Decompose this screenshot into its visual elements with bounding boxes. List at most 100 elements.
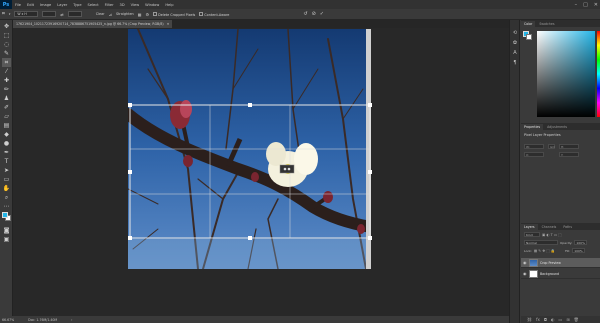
menu-file[interactable]: File [12, 3, 24, 7]
path-selection-tool-icon[interactable]: ➤ [2, 166, 11, 175]
link-layers-icon[interactable]: ⛓ [527, 317, 532, 322]
healing-brush-tool-icon[interactable]: ✚ [2, 76, 11, 85]
window-controls: – □ ✕ [575, 0, 598, 9]
clear-button[interactable]: Clear [96, 12, 105, 16]
quick-mask-icon[interactable]: ◙ [2, 226, 11, 235]
height-field[interactable] [67, 11, 82, 17]
filter-icons[interactable]: ▣ ◐ T ▭ ⬚ [542, 233, 562, 237]
pen-tool-icon[interactable]: ✒ [2, 148, 11, 157]
layer-crop-preview[interactable]: ◉ Crop Preview [521, 258, 600, 268]
delete-layer-icon[interactable]: 🗑 [574, 317, 579, 322]
go-button[interactable]: GO [548, 144, 555, 149]
marquee-tool-icon[interactable]: ⬚ [2, 31, 11, 40]
maximize-button[interactable]: □ [583, 2, 588, 8]
delete-cropped-checkbox[interactable]: Delete Cropped Pixels [153, 11, 196, 17]
type-tool-icon[interactable]: T [2, 157, 11, 166]
history-brush-tool-icon[interactable]: ✐ [2, 103, 11, 112]
width-field[interactable] [42, 11, 57, 17]
menu-window[interactable]: Window [142, 3, 162, 7]
delete-cropped-label: Delete Cropped Pixels [158, 12, 196, 17]
character-icon[interactable]: A [512, 50, 518, 56]
dodge-tool-icon[interactable]: ● [2, 139, 11, 148]
lasso-tool-icon[interactable]: ◌ [2, 40, 11, 49]
group-icon[interactable]: ▭ [559, 317, 563, 322]
tab-properties[interactable]: Properties [521, 124, 544, 130]
tab-color[interactable]: Color [521, 21, 536, 27]
adjustment-layer-icon[interactable]: ◐ [551, 317, 555, 322]
crop-tool-icon[interactable]: ⌗ [2, 11, 5, 17]
visibility-eye-icon[interactable]: ◉ [523, 260, 527, 265]
screen-mode-icon[interactable]: ▣ [2, 235, 11, 244]
content-aware-checkbox[interactable]: Content-Aware [199, 11, 229, 17]
ratio-select[interactable]: W x H [14, 11, 39, 17]
close-tab-icon[interactable]: ✕ [167, 22, 170, 26]
menu-edit[interactable]: Edit [24, 3, 37, 7]
lock-icons[interactable]: ▦ ✎ ✥ ⬚ 🔒 [534, 249, 555, 253]
layer-filter-row: Kind ▣ ◐ T ▭ ⬚ [521, 232, 600, 237]
menu-filter[interactable]: Filter [102, 3, 117, 7]
status-arrow-icon[interactable]: › [71, 318, 72, 322]
zoom-level[interactable]: 66.67% [2, 318, 14, 322]
tab-swatches[interactable]: Swatches [536, 21, 557, 27]
commit-check-icon[interactable]: ✓ [320, 11, 324, 17]
foreground-color-swatch[interactable] [2, 212, 8, 218]
shape-tool-icon[interactable]: ▭ [2, 175, 11, 184]
options-bar: ⌗ ▾ W x H ⇄ Clear ⊿ Straighten ▦ ⚙ Delet… [0, 9, 600, 20]
zoom-tool-icon[interactable]: ⌕ [2, 193, 11, 202]
straighten-icon[interactable]: ⊿ [109, 12, 112, 17]
swap-icon[interactable]: ⇄ [60, 12, 63, 17]
clone-stamp-tool-icon[interactable]: ♟ [2, 94, 11, 103]
straighten-button[interactable]: Straighten [116, 12, 134, 16]
panel-background-swatch[interactable] [526, 34, 532, 40]
add-mask-icon[interactable]: ◘ [544, 317, 547, 322]
document-canvas[interactable] [13, 28, 509, 316]
new-layer-icon[interactable]: ⊞ [566, 317, 569, 322]
lock-row: Lock: ▦ ✎ ✥ ⬚ 🔒 Fill: 100% [521, 248, 600, 253]
tab-channels[interactable]: Channels [539, 224, 560, 230]
menu-help[interactable]: Help [162, 3, 176, 7]
menu-type[interactable]: Type [70, 3, 84, 7]
opacity-field[interactable]: 100% [574, 240, 587, 245]
x-field[interactable]: X: [524, 152, 544, 157]
overlay-options-icon[interactable]: ▦ [138, 12, 142, 17]
menu-image[interactable]: Image [37, 3, 54, 7]
hand-tool-icon[interactable]: ✋ [2, 184, 11, 193]
brush-settings-icon[interactable]: ✿ [512, 40, 518, 46]
width-field[interactable]: W: [524, 144, 544, 149]
blur-tool-icon[interactable]: ◆ [2, 130, 11, 139]
brush-tool-icon[interactable]: ✏ [2, 85, 11, 94]
tab-adjustments[interactable]: Adjustments [544, 124, 570, 130]
color-field[interactable] [537, 31, 595, 117]
kind-filter-select[interactable]: Kind [524, 232, 540, 237]
visibility-eye-icon[interactable]: ◉ [523, 271, 527, 276]
layer-style-icon[interactable]: fx [536, 317, 540, 322]
move-tool-icon[interactable]: ✥ [2, 22, 11, 31]
eyedropper-tool-icon[interactable]: ⁄ [2, 67, 11, 76]
tab-layers[interactable]: Layers [521, 224, 538, 230]
minimize-button[interactable]: – [575, 2, 578, 8]
blend-mode-select[interactable]: Normal [524, 240, 558, 245]
menu-view[interactable]: View [128, 3, 143, 7]
paragraph-icon[interactable]: ¶ [512, 60, 518, 66]
chevron-down-icon[interactable]: ▾ [9, 12, 11, 16]
crop-tool-icon[interactable]: ⌗ [2, 58, 11, 67]
layer-background[interactable]: ◉ Background [521, 269, 600, 279]
gradient-tool-icon[interactable]: ▤ [2, 121, 11, 130]
menu-layer[interactable]: Layer [54, 3, 70, 7]
crop-overlay[interactable] [13, 28, 509, 316]
menu-3d[interactable]: 3D [117, 3, 128, 7]
more-tools-icon[interactable]: ⋯ [2, 202, 11, 211]
menu-select[interactable]: Select [85, 3, 102, 7]
tab-paths[interactable]: Paths [560, 224, 575, 230]
quick-select-tool-icon[interactable]: ✎ [2, 49, 11, 58]
y-field[interactable]: Y: [559, 152, 579, 157]
reset-icon[interactable]: ↺ [303, 11, 307, 17]
close-button[interactable]: ✕ [594, 2, 598, 8]
history-icon[interactable]: ⟲ [512, 30, 518, 36]
fill-field[interactable]: 100% [572, 248, 585, 253]
cancel-icon[interactable]: ⊘ [312, 11, 316, 17]
document-tab[interactable]: 17621904_10211723916920714_7838886751905… [13, 20, 173, 28]
eraser-tool-icon[interactable]: ▱ [2, 112, 11, 121]
settings-gear-icon[interactable]: ⚙ [145, 12, 149, 17]
height-field[interactable]: H: [559, 144, 579, 149]
